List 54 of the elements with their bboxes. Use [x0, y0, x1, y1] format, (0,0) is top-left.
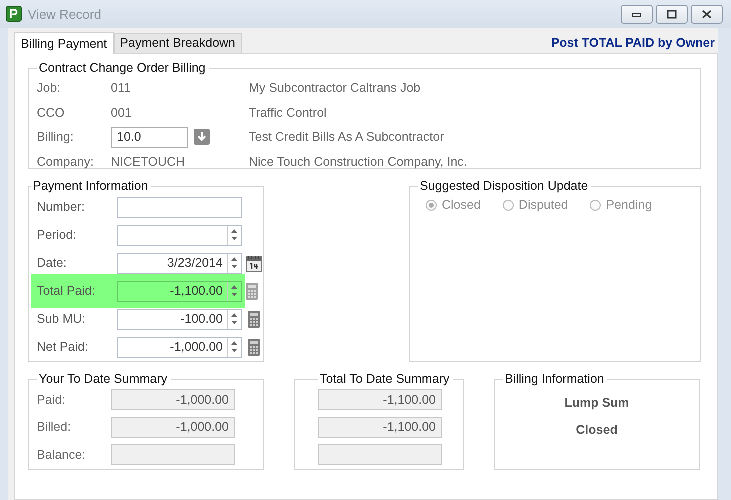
description-text: Traffic Control — [249, 106, 328, 120]
calculator-icon[interactable] — [248, 310, 260, 328]
group-title: Payment Information — [32, 179, 150, 193]
window-title: View Record — [28, 6, 102, 22]
field-label: Net Paid: — [37, 340, 90, 354]
field-value: 011 — [111, 81, 131, 96]
field-label: Paid: — [37, 392, 66, 407]
field-label: CCO — [37, 106, 66, 120]
field-label: Balance: — [37, 448, 87, 462]
field-label: Total Paid: — [37, 284, 96, 298]
field-value: NICETOUCH — [111, 154, 186, 169]
close-icon — [702, 10, 712, 18]
calculator-icon[interactable] — [248, 338, 260, 356]
description-text: Test Credit Bills As A Subcontractor — [249, 130, 446, 144]
input-field[interactable]: -100.00 — [117, 308, 242, 330]
field-label: Job: — [37, 81, 62, 96]
billing-field[interactable]: 10.0 — [111, 126, 188, 148]
field-label: Period: — [37, 228, 78, 242]
maximize-button[interactable] — [656, 4, 688, 24]
group-title: Contract Change Order Billing — [38, 61, 207, 75]
close-button[interactable] — [691, 4, 723, 24]
calendar-icon[interactable] — [246, 254, 262, 272]
readonly-field: -1,100.00 — [318, 389, 442, 410]
field-label: Billing: — [37, 130, 75, 144]
billing-info-text: Lump Sum — [564, 394, 630, 412]
field-label: Sub MU: — [37, 312, 87, 326]
field-label: Billed: — [37, 420, 72, 434]
maximize-icon — [667, 10, 677, 18]
field-label: Date: — [37, 256, 68, 270]
group-title: Total To Date Summary — [319, 372, 451, 386]
minimize-button[interactable] — [621, 4, 653, 24]
readonly-field: -1,000.00 — [111, 389, 235, 410]
description-text: Nice Touch Construction Company, Inc. — [249, 154, 468, 169]
dropdown-icon[interactable] — [194, 129, 210, 146]
tab[interactable]: Billing Payment — [14, 32, 114, 54]
group-title: Your To Date Summary — [38, 372, 169, 386]
readonly-field: -1,000.00 — [111, 416, 235, 438]
input-field[interactable]: -1,000.00 — [117, 336, 242, 358]
description-text: My Subcontractor Caltrans Job — [249, 81, 422, 96]
billing-info-text: Closed — [576, 422, 618, 438]
app-icon — [6, 6, 22, 22]
field-label: Company: — [37, 154, 95, 169]
tab[interactable]: Payment Breakdown — [114, 33, 242, 53]
post-total-link[interactable]: Post TOTAL PAID by Owner — [551, 36, 715, 50]
field-value: 001 — [111, 106, 132, 120]
field-label: Number: — [37, 200, 86, 214]
group-title: Suggested Disposition Update — [419, 179, 590, 193]
input-field[interactable] — [117, 196, 242, 218]
input-field[interactable]: -1,100.00 — [117, 280, 242, 302]
group-title: Billing Information — [504, 372, 606, 386]
calculator-icon[interactable] — [246, 282, 258, 300]
input-field[interactable] — [117, 224, 242, 246]
input-field[interactable]: 3/23/2014 — [117, 252, 242, 274]
readonly-field: -1,100.00 — [318, 416, 442, 438]
